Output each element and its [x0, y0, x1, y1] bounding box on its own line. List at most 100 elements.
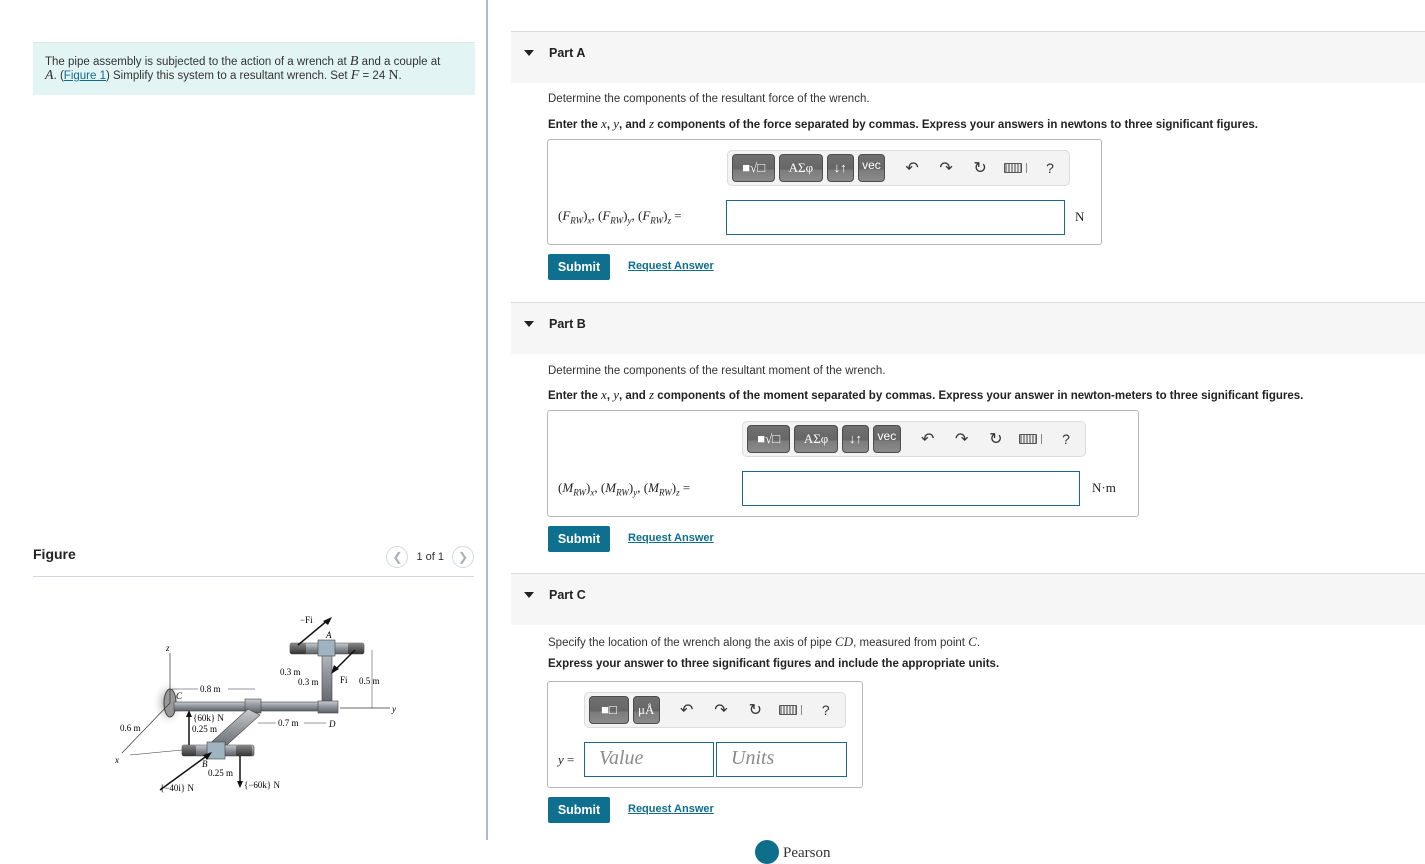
sub: RW	[573, 487, 587, 498]
instruction-text: components of the moment separated by co…	[654, 390, 1304, 402]
part-a-answer-input[interactable]	[726, 200, 1065, 235]
description-text: , measured from point	[853, 637, 969, 649]
sub: y	[627, 215, 632, 226]
pearson-footer: Pearson	[755, 840, 831, 864]
units-button[interactable]: μÅ	[632, 696, 660, 724]
prev-figure-button[interactable]: ❮	[386, 546, 409, 568]
var-c: C	[968, 634, 977, 649]
label-neg-40i: {−40i} N	[160, 783, 194, 793]
sub: RW	[570, 215, 584, 226]
templates-icon: ■□	[601, 702, 617, 717]
units-input[interactable]: Units	[716, 742, 847, 777]
redo-button[interactable]: ↷	[931, 158, 961, 178]
part-a-description: Determine the components of the resultan…	[548, 93, 870, 105]
undo-button[interactable]: ↶	[897, 158, 927, 178]
part-b-header[interactable]: Part B	[511, 302, 1425, 354]
reset-icon: ↻	[748, 702, 762, 719]
figure-link[interactable]: Figure 1	[64, 70, 106, 82]
separator	[1025, 163, 1027, 173]
vector-button[interactable]: vec	[857, 154, 886, 182]
sub: x	[587, 215, 592, 226]
value-input[interactable]: Value	[584, 742, 714, 777]
part-a-submit-button[interactable]: Submit	[548, 254, 610, 280]
dim-0.3m-b: 0.3 m	[298, 677, 319, 687]
label-neg-60k: {−60k} N	[244, 780, 280, 790]
arrows-button[interactable]: ↓↑	[826, 154, 854, 182]
undo-button[interactable]: ↶	[913, 429, 943, 449]
greek-symbols-button[interactable]: ΑΣφ	[779, 154, 823, 182]
sub: RW	[616, 487, 629, 498]
keyboard-button[interactable]	[1015, 434, 1047, 444]
templates-button[interactable]: ■□	[589, 696, 629, 724]
templates-icon: ■√□	[742, 160, 766, 175]
keyboard-icon	[1003, 163, 1022, 173]
label-c: C	[176, 691, 183, 701]
keyboard-button[interactable]	[774, 705, 806, 715]
var-x: x	[601, 387, 607, 402]
separator	[1041, 434, 1043, 444]
sym: M	[562, 480, 574, 495]
label-a: A	[325, 630, 332, 640]
part-c-submit-button[interactable]: Submit	[548, 797, 610, 823]
templates-button[interactable]: ■√□	[747, 425, 791, 453]
var-y: y	[558, 752, 564, 767]
part-b-request-answer-link[interactable]: Request Answer	[628, 532, 714, 544]
reset-icon: ↻	[989, 431, 1003, 448]
x-axis-label: x	[114, 755, 119, 765]
reset-button[interactable]: ↻	[740, 700, 770, 720]
pipe-b-end-left	[182, 745, 196, 756]
undo-icon: ↶	[679, 702, 694, 719]
dim-0.8m: 0.8 m	[200, 684, 221, 694]
sym: M	[605, 480, 617, 495]
problem-text: The pipe assembly is subjected to the ac…	[45, 56, 350, 68]
sub: x	[590, 487, 595, 498]
part-b-answer-input[interactable]	[742, 471, 1080, 506]
sub: z	[676, 487, 680, 498]
units-icon: μÅ	[638, 702, 655, 717]
part-c-answer-label: y =	[558, 752, 575, 767]
undo-button[interactable]: ↶	[672, 700, 702, 720]
vector-button[interactable]: vec	[873, 425, 901, 453]
dim-0.7m: 0.7 m	[278, 718, 299, 728]
next-figure-button[interactable]: ❯	[452, 546, 474, 568]
separator	[801, 705, 803, 715]
part-b-description: Determine the components of the resultan…	[548, 365, 886, 377]
greek-symbols-button[interactable]: ΑΣφ	[794, 425, 838, 453]
chevron-right-icon: ❯	[457, 550, 469, 564]
part-b-submit-button[interactable]: Submit	[548, 526, 610, 552]
dim-0.6m: 0.6 m	[120, 723, 141, 733]
help-button[interactable]: ?	[811, 702, 841, 718]
keyboard-button[interactable]	[999, 163, 1031, 173]
collapse-triangle-icon	[524, 321, 534, 327]
redo-button[interactable]: ↷	[947, 429, 977, 449]
instruction-text: Enter the	[548, 119, 602, 131]
part-c-request-answer-link[interactable]: Request Answer	[628, 803, 714, 815]
undo-icon: ↶	[920, 431, 935, 448]
part-b-instruction: Enter the x, y, and z components of the …	[548, 387, 1304, 402]
part-a-math-toolbar: ■√□ ΑΣφ ↓↑ vec ↶ ↷ ↻ ?	[727, 150, 1070, 186]
chevron-left-icon: ❮	[392, 550, 403, 564]
part-c-header[interactable]: Part C	[511, 573, 1425, 625]
redo-button[interactable]: ↷	[706, 700, 736, 720]
arrows-icon: ↓↑	[833, 160, 847, 175]
pipe-assembly-figure: z x y −Fi A Fi 0.3 m 0.3 m 0.5 m 0.8 m C…	[114, 615, 396, 793]
help-button[interactable]: ?	[1051, 431, 1081, 447]
pane-divider[interactable]	[486, 0, 488, 840]
part-c-instruction: Express your answer to three significant…	[548, 658, 1000, 670]
reset-button[interactable]: ↻	[981, 429, 1011, 449]
help-button[interactable]: ?	[1035, 160, 1065, 176]
part-a-unit: N	[1075, 209, 1085, 224]
part-a-request-answer-link[interactable]: Request Answer	[628, 260, 714, 272]
figure-title: Figure	[33, 546, 76, 562]
label-neg-fi: −Fi	[300, 615, 313, 625]
pearson-logo-icon	[755, 840, 779, 864]
arrowhead	[237, 781, 243, 788]
reset-button[interactable]: ↻	[965, 158, 995, 178]
redo-icon: ↷	[714, 702, 728, 719]
arrows-button[interactable]: ↓↑	[841, 425, 870, 453]
figure-header: Figure ❮ 1 of 1 ❯	[33, 540, 474, 577]
greek-icon: ΑΣφ	[803, 431, 829, 446]
templates-button[interactable]: ■√□	[732, 154, 776, 182]
part-a-header[interactable]: Part A	[511, 31, 1425, 83]
figure-pager: ❮ 1 of 1 ❯	[386, 546, 474, 568]
